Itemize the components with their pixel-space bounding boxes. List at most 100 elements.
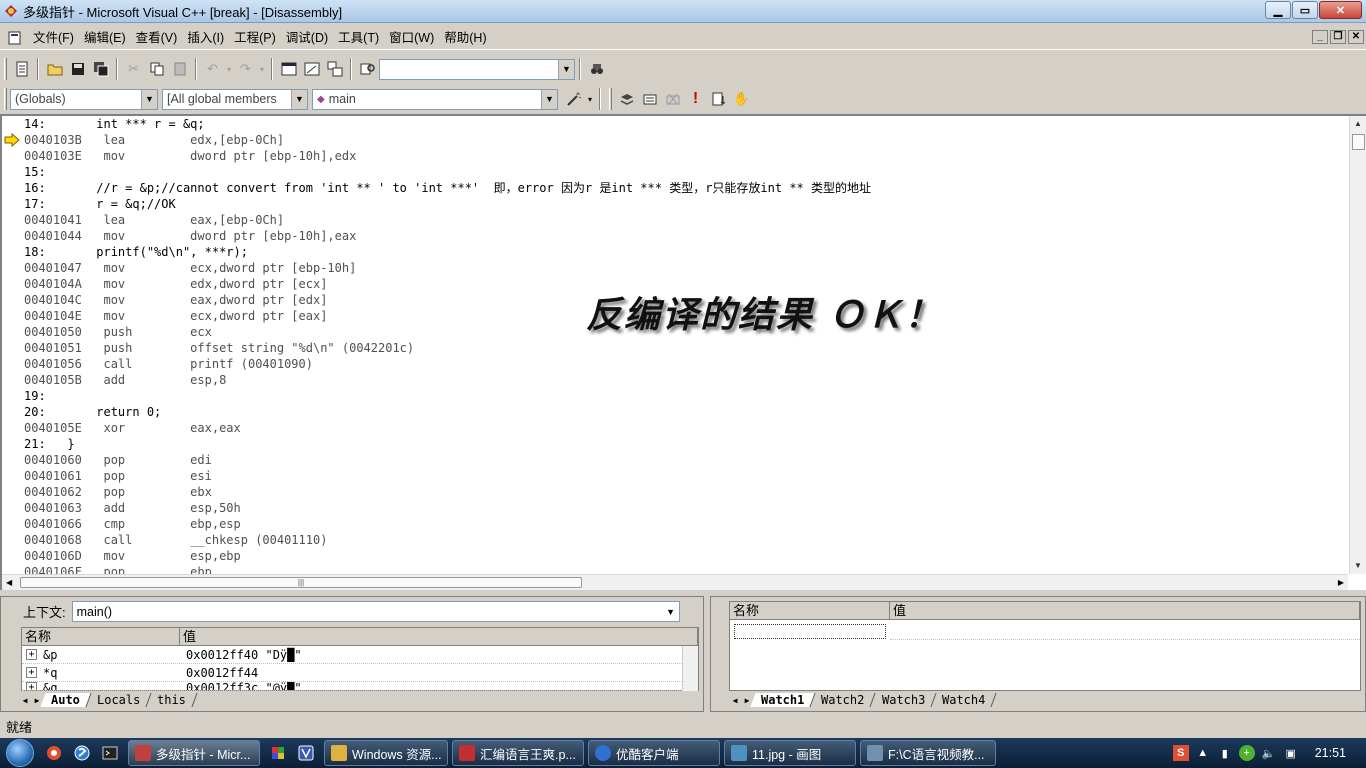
column-header-value[interactable]: 值 (180, 628, 698, 645)
tab-locals[interactable]: Locals (86, 693, 152, 707)
task-folder-video[interactable]: F:\C语言视频教... (860, 740, 996, 766)
toolbar-grip[interactable] (4, 58, 7, 80)
menu-view[interactable]: 查看(V) (131, 26, 183, 50)
save-all-icon[interactable] (89, 58, 112, 80)
chevron-down-icon[interactable]: ▼ (141, 89, 157, 109)
menu-file[interactable]: 文件(F) (28, 26, 79, 50)
scroll-down-icon[interactable]: ▼ (1350, 558, 1366, 574)
editor-horizontal-scrollbar[interactable]: ◀ ||| ▶ (2, 574, 1348, 590)
go-debug-icon[interactable] (707, 88, 730, 110)
find-in-files-icon[interactable] (356, 58, 379, 80)
task-explorer[interactable]: Windows 资源... (324, 740, 448, 766)
menu-help[interactable]: 帮助(H) (439, 26, 491, 50)
tab-this[interactable]: this (146, 693, 198, 707)
minimize-button[interactable]: ▁ (1265, 1, 1291, 19)
tab-auto[interactable]: Auto (40, 693, 92, 707)
breakpoint-hand-icon[interactable]: ✋ (730, 88, 753, 110)
variable-row[interactable]: + &p 0x0012ff40 "Dÿ█" (22, 646, 698, 664)
tab-watch4[interactable]: Watch4 (931, 693, 997, 707)
stop-build-icon[interactable] (661, 88, 684, 110)
add-app-icon[interactable]: + (1238, 745, 1255, 761)
editor-vertical-scrollbar[interactable]: ▲ ▼ (1349, 116, 1366, 574)
task-paint[interactable]: 11.jpg - 画图 (724, 740, 856, 766)
task-youku[interactable]: 优酷客户端 (588, 740, 720, 766)
menu-project[interactable]: 工程(P) (229, 26, 281, 50)
wizard-wand-icon[interactable] (562, 88, 585, 110)
quicklaunch-browser-icon[interactable] (68, 738, 96, 768)
variables-vertical-scrollbar[interactable] (682, 646, 698, 691)
function-combo[interactable]: ◆ main ▼ (312, 88, 558, 110)
undo-dropdown-icon[interactable]: ▾ (224, 58, 234, 80)
expand-plus-icon[interactable]: + (26, 667, 37, 678)
tab-watch2[interactable]: Watch2 (810, 693, 877, 707)
scroll-left-icon[interactable]: ◀ (6, 575, 12, 591)
volume-icon[interactable]: 🔈 (1261, 745, 1277, 761)
copy-icon[interactable] (145, 58, 168, 80)
sogou-ime-icon[interactable]: S (1172, 745, 1189, 761)
taskbar-app-icon[interactable] (264, 738, 292, 768)
workspace-icon[interactable] (277, 58, 300, 80)
new-file-icon[interactable] (10, 58, 33, 80)
variable-row[interactable]: + &q 0x0012ff3c "@ÿ█" (22, 682, 698, 691)
scroll-thumb[interactable] (1352, 134, 1365, 150)
menu-window[interactable]: 窗口(W) (384, 26, 439, 50)
toolbar-grip[interactable] (4, 88, 7, 110)
toolbar-grip[interactable] (609, 88, 612, 110)
close-button[interactable]: ✕ (1319, 1, 1362, 19)
taskbar-app-icon[interactable] (292, 738, 320, 768)
compile-icon[interactable] (615, 88, 638, 110)
quicklaunch-sogou-icon[interactable] (40, 738, 68, 768)
scroll-thumb[interactable]: ||| (20, 577, 582, 588)
expand-plus-icon[interactable]: + (26, 649, 37, 660)
maximize-button[interactable]: ▭ (1292, 1, 1318, 19)
expand-plus-icon[interactable]: + (26, 682, 37, 690)
network-icon[interactable]: ▣ (1283, 745, 1299, 761)
task-pdf[interactable]: 汇编语言王爽.p... (452, 740, 584, 766)
wizard-dropdown-icon[interactable]: ▾ (585, 88, 595, 110)
cut-icon[interactable]: ✂ (122, 58, 145, 80)
menu-debug[interactable]: 调试(D) (281, 26, 333, 50)
quicklaunch-terminal-icon[interactable] (96, 738, 124, 768)
variable-row[interactable]: + *q 0x0012ff44 (22, 664, 698, 682)
mdi-close-button[interactable]: ✕ (1348, 30, 1364, 44)
chevron-down-icon[interactable]: ▼ (662, 602, 679, 621)
usb-device-icon[interactable]: ▮ (1217, 745, 1233, 761)
build-icon[interactable] (638, 88, 661, 110)
tab-scroll-left-icon[interactable]: ◀ (19, 696, 31, 705)
context-combo[interactable]: main() ▼ (71, 601, 680, 622)
chevron-down-icon[interactable]: ▼ (558, 59, 574, 79)
menu-tools[interactable]: 工具(T) (333, 26, 384, 50)
chevron-down-icon[interactable]: ▼ (541, 89, 557, 109)
show-hidden-icons-icon[interactable]: ▲ (1195, 745, 1211, 761)
window-list-icon[interactable] (323, 58, 346, 80)
start-button[interactable] (0, 738, 40, 768)
output-window-icon[interactable] (300, 58, 323, 80)
save-icon[interactable] (66, 58, 89, 80)
column-header-name[interactable]: 名称 (22, 628, 180, 645)
menu-edit[interactable]: 编辑(E) (79, 26, 131, 50)
find-combo[interactable]: ▼ (379, 58, 575, 80)
scroll-up-icon[interactable]: ▲ (1350, 116, 1366, 132)
members-combo[interactable]: [All global members ▼ (162, 88, 308, 110)
disassembly-code[interactable]: 14: int *** r = &q; 0040103B lea edx,[eb… (24, 116, 1344, 574)
tab-watch3[interactable]: Watch3 (871, 693, 937, 707)
clock[interactable]: 21:51 (1315, 746, 1346, 760)
vc-app-icon[interactable] (3, 3, 19, 19)
watch-grid[interactable]: 名称 值 (729, 601, 1361, 691)
column-header-name[interactable]: 名称 (730, 602, 890, 619)
paste-icon[interactable] (168, 58, 191, 80)
editor-gutter[interactable] (2, 116, 22, 574)
execute-icon[interactable]: ! (684, 88, 707, 110)
scroll-right-icon[interactable]: ▶ (1338, 575, 1344, 591)
redo-icon[interactable]: ↷ (234, 58, 257, 80)
find-binoculars-icon[interactable] (585, 58, 608, 80)
open-folder-icon[interactable] (43, 58, 66, 80)
variables-grid[interactable]: 名称 值 + &p 0x0012ff40 "Dÿ█" + *q 0x0012ff44… (21, 627, 699, 691)
disassembly-editor[interactable]: 14: int *** r = &q; 0040103B lea edx,[eb… (0, 114, 1366, 590)
globals-combo[interactable]: (Globals) ▼ (10, 88, 158, 110)
menu-insert[interactable]: 插入(I) (182, 26, 229, 50)
tab-scroll-left-icon[interactable]: ◀ (729, 696, 741, 705)
tab-watch1[interactable]: Watch1 (750, 693, 816, 707)
column-header-value[interactable]: 值 (890, 602, 1360, 619)
mdi-restore-button[interactable]: ❐ (1330, 30, 1346, 44)
